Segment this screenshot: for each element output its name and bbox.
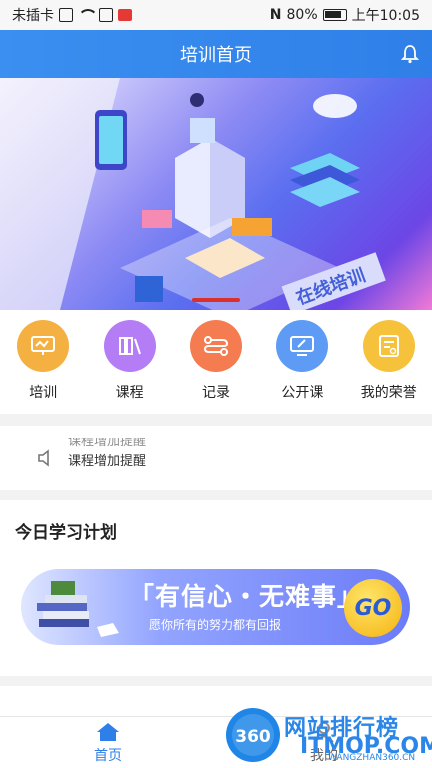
screen-pen-icon <box>276 320 329 372</box>
home-icon <box>97 722 119 741</box>
speaker-icon <box>38 449 49 467</box>
function-menu: 培训 课程 记录 公开课 我的荣誉 <box>0 310 432 414</box>
app-icon <box>99 8 113 22</box>
bell-icon[interactable] <box>401 44 419 64</box>
menu-item-honors[interactable]: 我的荣誉 <box>349 320 429 414</box>
banner-indicator <box>192 298 240 302</box>
route-icon <box>189 320 242 372</box>
status-bar: 未插卡 N 80% 上午10:05 <box>0 0 432 30</box>
clock: 上午10:05 <box>351 8 420 24</box>
notification-icon <box>118 9 132 21</box>
menu-label-courses: 课程 <box>115 385 144 401</box>
wifi-icon <box>78 9 98 21</box>
menu-label-honors: 我的荣誉 <box>360 385 417 401</box>
banner-illustration: 在线培训 <box>0 78 386 310</box>
menu-label-records: 记录 <box>201 385 230 401</box>
sim-icon <box>59 8 73 22</box>
app-header: 培训首页 <box>0 30 432 78</box>
menu-item-courses[interactable]: 课程 <box>90 320 170 414</box>
go-button[interactable]: GO <box>344 579 402 637</box>
watermark: 360 网站排行榜 ITMOP.COM WANGZHAN360.CN <box>220 704 432 768</box>
monitor-icon <box>17 320 70 372</box>
menu-item-training[interactable]: 培训 <box>3 320 83 414</box>
notice-bar[interactable]: 课程增加提醒 课程增加提醒 <box>0 426 432 490</box>
plan-card[interactable]: 「有信心・无难事」 愿你所有的努力都有回报 GO <box>21 569 410 645</box>
logo-360-icon: 360 <box>226 708 280 762</box>
battery-percent: 80% <box>286 7 318 23</box>
notice-line: 课程增加提醒 <box>68 438 147 449</box>
books-illustration <box>37 581 119 637</box>
page-title: 培训首页 <box>180 45 252 66</box>
logo-text: 360 <box>235 727 271 747</box>
nfc-icon: N <box>269 7 282 23</box>
menu-label-training: 培训 <box>29 385 58 401</box>
section-title: 今日学习计划 <box>15 523 117 543</box>
plan-subtitle: 愿你所有的努力都有回报 <box>149 618 282 632</box>
books-icon <box>103 320 156 372</box>
battery-icon <box>322 9 347 21</box>
hero-banner[interactable]: 在线培训 <box>0 78 432 310</box>
carrier-label: 未插卡 <box>12 8 54 24</box>
notice-scroller: 课程增加提醒 课程增加提醒 <box>68 438 146 478</box>
certificate-icon <box>362 320 415 372</box>
status-right: N 80% 上午10:05 <box>270 5 420 25</box>
plan-slogan: 「有信心・无难事」 <box>129 582 364 611</box>
menu-label-open-courses: 公开课 <box>281 385 324 401</box>
status-left: 未插卡 <box>12 5 132 25</box>
study-plan-section: 今日学习计划 「有信心・无难事」 愿你所有的努力都有回报 GO <box>0 500 432 676</box>
tab-label-home: 首页 <box>94 747 122 764</box>
menu-item-records[interactable]: 记录 <box>176 320 256 414</box>
menu-item-open-courses[interactable]: 公开课 <box>262 320 342 414</box>
watermark-small: WANGZHAN360.CN <box>328 753 416 763</box>
tab-home[interactable]: 首页 <box>0 717 216 768</box>
notice-line: 课程增加提醒 <box>68 454 147 469</box>
